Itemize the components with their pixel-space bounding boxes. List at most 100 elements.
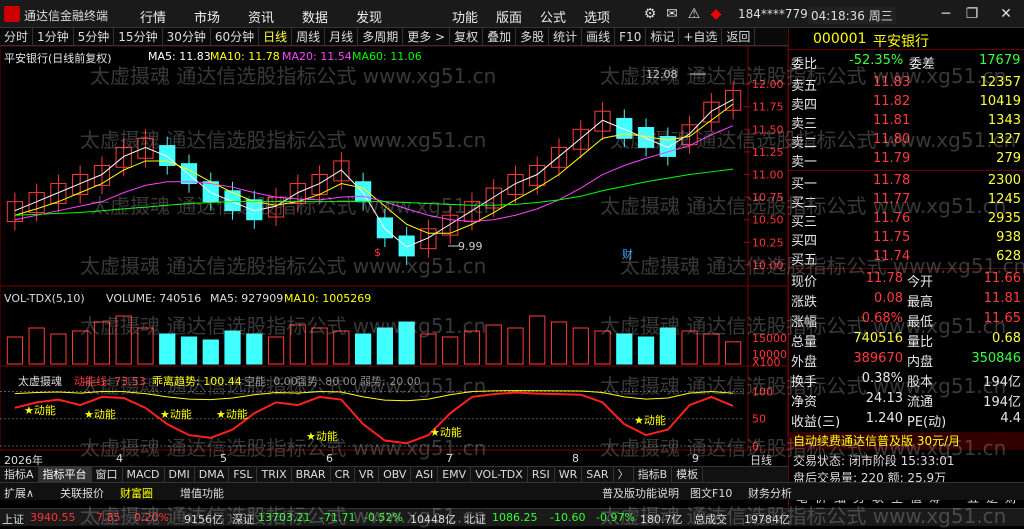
bid-volume: 628	[996, 249, 1021, 264]
chart-area[interactable]: 12.00 11.75 11.50 11.25 11.00 10.75 10.50 10.25…	[0, 46, 788, 467]
stock-name: 平安银行	[873, 34, 929, 50]
indicator-tab-11[interactable]: OBV	[379, 467, 412, 482]
indicator-tab-6[interactable]: FSL	[229, 467, 258, 482]
toolbar-btn-16[interactable]: F10	[615, 27, 647, 46]
price-axis-label: 11.25	[752, 146, 784, 159]
bottom-btn-0[interactable]: 扩展∧	[4, 485, 34, 501]
toolbar-btn-9[interactable]: 多周期	[358, 27, 404, 46]
bottom-btn-3[interactable]: 增值功能	[180, 485, 224, 501]
ad-banner[interactable]: 自动续费通达信普及版 30元/月	[789, 432, 1024, 450]
indicator-tab-0[interactable]: 指标A	[0, 467, 39, 482]
indicator-tab-17[interactable]: SAR	[582, 467, 614, 482]
indicator-tab-1[interactable]: 指标平台	[38, 467, 92, 482]
toolbar-btn-11[interactable]: 复权	[450, 27, 484, 46]
toolbar-btn-4[interactable]: 30分钟	[163, 27, 211, 46]
bottom-right-btn-1[interactable]: 图文F10	[690, 485, 732, 501]
indicator-tab-8[interactable]: BRAR	[292, 467, 331, 482]
finance-mark[interactable]: 财	[622, 246, 633, 262]
toolbar-btn-14[interactable]: 统计	[549, 27, 583, 46]
menu-functions[interactable]: 功能	[452, 7, 478, 26]
volume-bar	[202, 339, 219, 365]
bid-row[interactable]: 买一 11.78 2300	[789, 172, 1024, 192]
toolbar-btn-3[interactable]: 15分钟	[114, 27, 163, 46]
menu-data[interactable]: 数据	[302, 7, 328, 26]
indicator-tab-18[interactable]: 〉	[614, 467, 634, 482]
close-icon[interactable]: ✕	[996, 4, 1016, 24]
bid-row[interactable]: 买三 11.76 2935	[789, 210, 1024, 230]
dividend-mark[interactable]: $	[374, 246, 381, 259]
bottom-btn-2[interactable]: 财富圈	[120, 485, 153, 501]
stat-value-2: 194亿	[983, 375, 1021, 390]
indicator-tab-14[interactable]: VOL-TDX	[471, 467, 528, 482]
menu-market[interactable]: 行情	[140, 7, 166, 26]
alert-icon[interactable]: ⚠	[684, 4, 704, 24]
restore-icon[interactable]: ❐	[962, 4, 982, 24]
indicator-tab-13[interactable]: EMV	[438, 467, 472, 482]
toolbar-btn-18[interactable]: +自选	[679, 27, 723, 46]
menu-discover[interactable]: 发现	[356, 7, 382, 26]
indicator-tab-9[interactable]: CR	[331, 467, 355, 482]
toolbar-btn-10[interactable]: 更多 >	[403, 27, 451, 46]
user-account[interactable]: 184****7797	[738, 7, 815, 21]
ask-row[interactable]: 卖五 11.83 12357	[789, 74, 1024, 94]
indicator-tab-12[interactable]: ASI	[411, 467, 439, 482]
toolbar-btn-19[interactable]: 返回	[722, 27, 756, 46]
sh-label[interactable]: 上证	[2, 511, 24, 527]
indicator-tab-2[interactable]: 窗口	[92, 467, 123, 482]
indicator-tab-16[interactable]: WR	[555, 467, 583, 482]
momentum-signal: ★动能	[430, 425, 462, 439]
indicator-tab-7[interactable]: TRIX	[257, 467, 292, 482]
indicator-tab-10[interactable]: VR	[355, 467, 380, 482]
menu-options[interactable]: 选项	[584, 7, 610, 26]
kline-chart[interactable]: 12.00 11.75 11.50 11.25 11.00 10.75 10.50 10.25…	[0, 46, 788, 466]
bottom-right-btn-0[interactable]: 普及版功能说明	[602, 485, 679, 501]
toolbar-btn-8[interactable]: 月线	[325, 27, 359, 46]
ind-weak: 弱势: 20.00	[360, 375, 421, 388]
indicator-tab-19[interactable]: 指标B	[634, 467, 673, 482]
ma60-label: MA60: 11.06	[352, 50, 422, 63]
stat-value-2: 4.4	[1000, 411, 1021, 426]
ask-row[interactable]: 卖三 11.81 1343	[789, 112, 1024, 132]
settings-gear-icon[interactable]: ⚙	[640, 4, 660, 24]
bottom-right-btn-2[interactable]: 财务分析	[748, 485, 792, 501]
toolbar-btn-15[interactable]: 画线	[582, 27, 616, 46]
weibi-row: 委比 -52.35% 委差 17679	[789, 52, 1024, 72]
toolbar-btn-1[interactable]: 1分钟	[33, 27, 74, 46]
ma5-label: MA5: 11.83	[148, 50, 211, 63]
indicator-tab-20[interactable]: 模板	[672, 467, 704, 482]
stat-label-2: 量比	[907, 335, 934, 350]
ask-row[interactable]: 卖四 11.82 10419	[789, 93, 1024, 113]
ask-row[interactable]: 卖一 11.79 279	[789, 150, 1024, 170]
menu-news[interactable]: 资讯	[248, 7, 274, 26]
toolbar-btn-13[interactable]: 多股	[516, 27, 550, 46]
bid-row[interactable]: 买四 11.75 938	[789, 229, 1024, 249]
volume-bar	[333, 330, 350, 365]
minimize-icon[interactable]: ─	[936, 4, 956, 24]
total-value: 19784亿	[744, 513, 790, 526]
ask-row[interactable]: 卖二 11.80 1327	[789, 131, 1024, 151]
toolbar-btn-2[interactable]: 5分钟	[74, 27, 115, 46]
indicator-tab-3[interactable]: MACD	[123, 467, 165, 482]
bid-row[interactable]: 买五 11.74 628	[789, 248, 1024, 268]
toolbar-btn-5[interactable]: 60分钟	[211, 27, 260, 46]
bz-label[interactable]: 北证	[464, 511, 486, 527]
indicator-tab-5[interactable]: DMA	[195, 467, 230, 482]
sz-label[interactable]: 深证	[232, 511, 254, 527]
volume-bar	[703, 333, 720, 365]
toolbar-btn-7[interactable]: 周线	[292, 27, 326, 46]
toolbar-btn-0[interactable]: 分时	[0, 27, 34, 46]
trade-icon[interactable]: ◆	[706, 4, 726, 24]
indicator-tab-15[interactable]: RSI	[528, 467, 555, 482]
stat-label-2: 最高	[907, 295, 934, 310]
bottom-btn-1[interactable]: 关联报价	[60, 485, 104, 501]
indicator-tab-4[interactable]: DMI	[165, 467, 195, 482]
stat-value: 389670	[853, 351, 903, 366]
menu-layout[interactable]: 版面	[496, 7, 522, 26]
bid-row[interactable]: 买二 11.77 1245	[789, 191, 1024, 211]
toolbar-btn-6[interactable]: 日线	[259, 27, 293, 46]
mail-icon[interactable]: ✉	[662, 4, 682, 24]
toolbar-btn-12[interactable]: 叠加	[483, 27, 517, 46]
menu-markets[interactable]: 市场	[194, 7, 220, 26]
menu-formula[interactable]: 公式	[540, 7, 566, 26]
toolbar-btn-17[interactable]: 标记	[646, 27, 680, 46]
